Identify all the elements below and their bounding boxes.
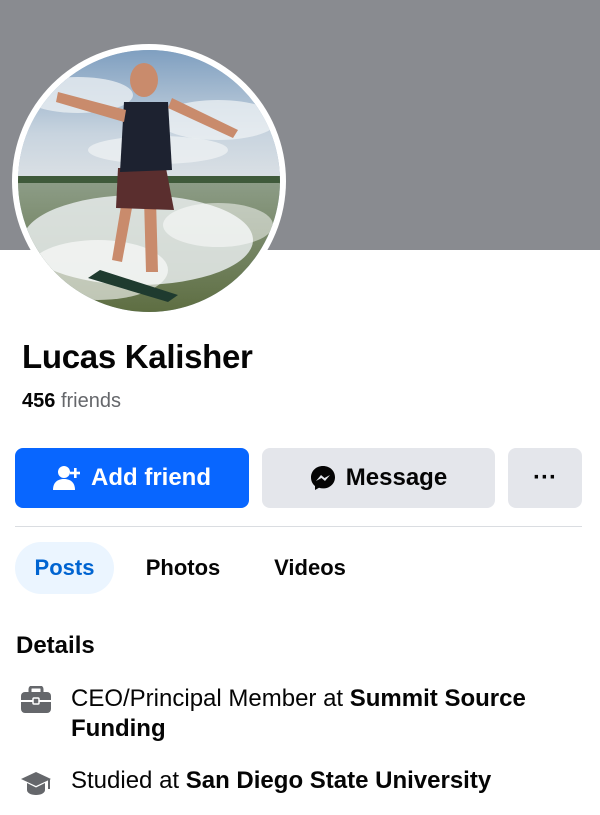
add-friend-button[interactable]: Add friend xyxy=(15,448,249,508)
tab-posts[interactable]: Posts xyxy=(15,542,114,594)
friends-number: 456 xyxy=(22,390,56,412)
profile-avatar[interactable] xyxy=(18,50,280,312)
messenger-icon xyxy=(310,465,336,491)
friends-count[interactable]: 456 friends xyxy=(22,390,121,413)
education-organization[interactable]: San Diego State University xyxy=(186,767,491,794)
education-prefix: Studied at xyxy=(71,767,186,794)
divider xyxy=(15,526,582,527)
tab-photos[interactable]: Photos xyxy=(128,542,238,594)
work-prefix: CEO/Principal Member at xyxy=(71,685,350,712)
add-friend-label: Add friend xyxy=(91,464,211,491)
avatar-photo xyxy=(18,50,280,312)
add-person-icon xyxy=(53,465,81,491)
tab-videos[interactable]: Videos xyxy=(256,542,364,594)
friends-label: friends xyxy=(60,390,121,412)
details-heading: Details xyxy=(16,632,95,659)
briefcase-icon xyxy=(20,685,52,719)
profile-page: Lucas Kalisher 456 friends Add friend Me… xyxy=(0,0,600,815)
message-button[interactable]: Message xyxy=(262,448,495,508)
profile-name: Lucas Kalisher xyxy=(22,338,253,375)
graduation-cap-icon xyxy=(20,770,52,803)
more-options-label: ··· xyxy=(533,464,557,491)
more-options-button[interactable]: ··· xyxy=(508,448,582,508)
message-label: Message xyxy=(345,464,448,491)
